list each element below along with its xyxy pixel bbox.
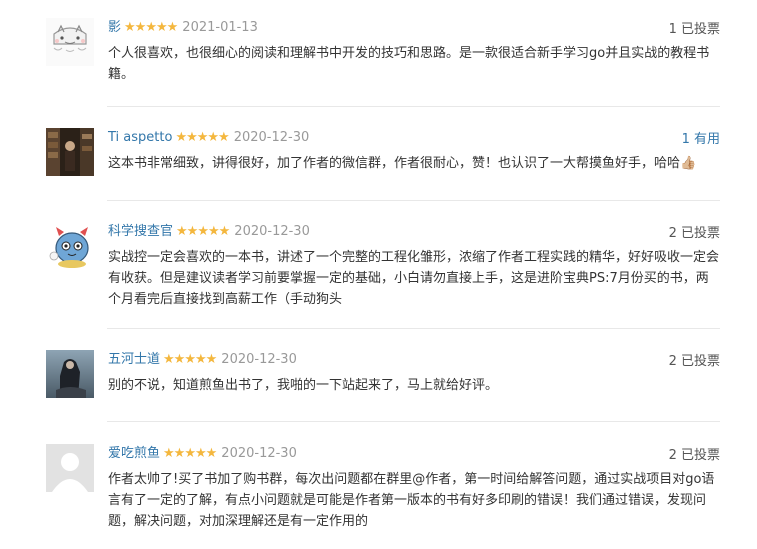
review-item: Ti aspetto ★★★★★ 2020-12-30 1 有用 这本书非常细致，讲…: [46, 128, 720, 188]
reviewer-name[interactable]: 影: [108, 20, 121, 35]
review-item: 科学搜查官 ★★★★★ 2020-12-30 2 已投票 实战控一定会喜欢的一本书，…: [46, 222, 720, 312]
avatar[interactable]: [46, 128, 94, 176]
review-date: 2020-12-30: [234, 224, 310, 239]
avatar[interactable]: [46, 222, 94, 270]
avatar[interactable]: [46, 18, 94, 66]
review-item: 爱吃煎鱼 ★★★★★ 2020-12-30 2 已投票 作者太帅了!买了书加了购书群…: [46, 444, 720, 534]
review-text: 作者太帅了!买了书加了购书群，每次出问题都在群里@作者，第一时间给解答问题，通过…: [108, 472, 715, 529]
review-header: 五河士道 ★★★★★ 2020-12-30: [108, 350, 720, 370]
review-header: Ti aspetto ★★★★★ 2020-12-30: [108, 128, 720, 148]
divider: [107, 200, 720, 201]
avatar[interactable]: [46, 350, 94, 398]
review-text: 这本书非常细致，讲得很好，加了作者的微信群，作者很耐心，赞！也认识了一大帮摸鱼好…: [108, 156, 697, 171]
useful-vote-button[interactable]: 1 有用: [682, 128, 720, 147]
review-item: 五河士道 ★★★★★ 2020-12-30 2 已投票 别的不说，知道煎鱼出书了，我…: [46, 350, 720, 410]
review-item: 影 ★★★★★ 2021-01-13 1 已投票 个人很喜欢，也很细心的阅读和理解书…: [46, 18, 720, 98]
reviewer-name[interactable]: 科学搜查官: [108, 224, 173, 239]
reviewer-name[interactable]: 五河士道: [108, 352, 160, 367]
vote-count[interactable]: 1 已投票: [669, 18, 720, 37]
review-date: 2020-12-30: [221, 446, 297, 461]
review-text: 实战控一定会喜欢的一本书，讲述了一个完整的工程化雏形，浓缩了作者工程实践的精华，…: [108, 250, 720, 307]
rating-stars: ★★★★★: [175, 130, 229, 145]
vote-count[interactable]: 2 已投票: [669, 350, 720, 369]
divider: [107, 328, 720, 329]
vote-count[interactable]: 2 已投票: [669, 222, 720, 241]
rating-stars: ★★★★★: [163, 352, 217, 367]
reviewer-name[interactable]: Ti aspetto: [108, 130, 172, 145]
review-date: 2021-01-13: [182, 20, 258, 35]
rating-stars: ★★★★★: [163, 446, 217, 461]
review-date: 2020-12-30: [221, 352, 297, 367]
review-date: 2020-12-30: [233, 130, 310, 145]
rating-stars: ★★★★★: [176, 224, 230, 239]
review-text: 别的不说，知道煎鱼出书了，我啪的一下站起来了，马上就给好评。: [108, 378, 499, 393]
rating-stars: ★★★★★: [124, 20, 178, 35]
reviewer-name[interactable]: 爱吃煎鱼: [108, 446, 160, 461]
divider: [107, 106, 720, 107]
vote-count[interactable]: 2 已投票: [669, 444, 720, 463]
review-header: 影 ★★★★★ 2021-01-13: [108, 18, 720, 38]
avatar[interactable]: [46, 444, 94, 492]
review-text: 个人很喜欢，也很细心的阅读和理解书中开发的技巧和思路。是一款很适合新手学习go并…: [108, 46, 710, 82]
divider: [107, 421, 720, 422]
review-header: 科学搜查官 ★★★★★ 2020-12-30: [108, 222, 720, 242]
review-header: 爱吃煎鱼 ★★★★★ 2020-12-30: [108, 444, 720, 464]
